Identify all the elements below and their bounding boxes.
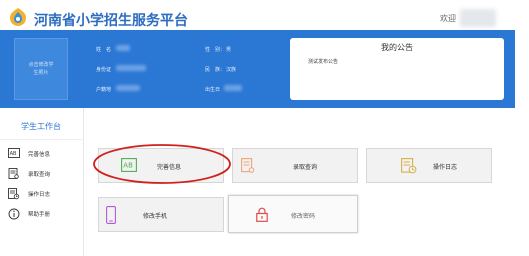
sidebar-item-admission-query[interactable]: 录取查询 — [8, 167, 82, 181]
notice-panel: 我的公告 测试发布公告 — [290, 38, 504, 100]
sidebar-item-label: 帮助手册 — [28, 212, 51, 218]
sidebar-divider — [0, 139, 82, 140]
gender-label: 性 别： — [205, 47, 226, 53]
sidebar-separator — [83, 108, 84, 256]
annotation-oval — [93, 144, 231, 184]
student-photo[interactable]: 点击修改学 生照片 — [14, 38, 68, 100]
log-icon — [8, 188, 20, 200]
logo-icon — [10, 8, 26, 26]
birth-label: 出生日 — [205, 87, 221, 93]
ethnicity-value: 汉族 — [226, 67, 237, 73]
site-title: 河南省小学招生服务平台 — [34, 13, 188, 29]
phone-icon — [106, 206, 116, 224]
photo-placeholder-line2: 生照片 — [33, 70, 49, 76]
tile-operation-log[interactable]: 操作日志 — [366, 148, 492, 183]
id-card-icon: AB — [8, 148, 20, 158]
household-label: 户籍地 — [96, 87, 112, 93]
tile-change-password[interactable]: 修改密码 — [228, 195, 358, 233]
log-icon — [401, 158, 417, 174]
tile-label: 修改手机 — [143, 213, 168, 220]
sidebar-item-complete-info[interactable]: AB 完善信息 — [8, 147, 82, 161]
photo-placeholder-line1: 点击修改学 — [28, 62, 54, 68]
gender-value: 男 — [226, 47, 232, 53]
tile-label: 修改密码 — [291, 213, 316, 220]
username-redacted — [460, 9, 496, 27]
document-search-icon — [241, 158, 255, 173]
sidebar-item-label: 操作日志 — [28, 192, 51, 198]
tile-admission-query[interactable]: 录取查询 — [232, 148, 358, 183]
sidebar-item-help-manual[interactable]: 帮助手册 — [8, 207, 82, 221]
welcome-text: 欢迎 — [440, 14, 456, 23]
name-label: 姓 名 — [96, 47, 112, 53]
idcard-value-redacted — [116, 65, 146, 71]
sidebar-item-label: 录取查询 — [28, 172, 51, 178]
notice-item[interactable]: 测试发布公告 — [308, 58, 338, 65]
tile-label: 操作日志 — [433, 164, 458, 171]
idcard-label: 身份证 — [96, 67, 112, 73]
document-search-icon — [8, 168, 19, 179]
svg-text:AB: AB — [10, 151, 17, 157]
sidebar-item-label: 完善信息 — [28, 152, 51, 158]
lock-icon — [256, 207, 268, 222]
household-value-redacted — [116, 85, 140, 91]
sidebar-item-operation-log[interactable]: 操作日志 — [8, 187, 82, 201]
birth-value-redacted — [224, 85, 242, 91]
tile-change-phone[interactable]: 修改手机 — [98, 197, 224, 232]
tile-label: 录取查询 — [293, 164, 318, 171]
notice-title: 我的公告 — [381, 43, 413, 52]
name-value-redacted — [116, 45, 130, 51]
ethnicity-label: 民 族： — [205, 67, 226, 73]
info-icon — [8, 208, 20, 220]
sidebar-title: 学生工作台 — [21, 122, 61, 131]
